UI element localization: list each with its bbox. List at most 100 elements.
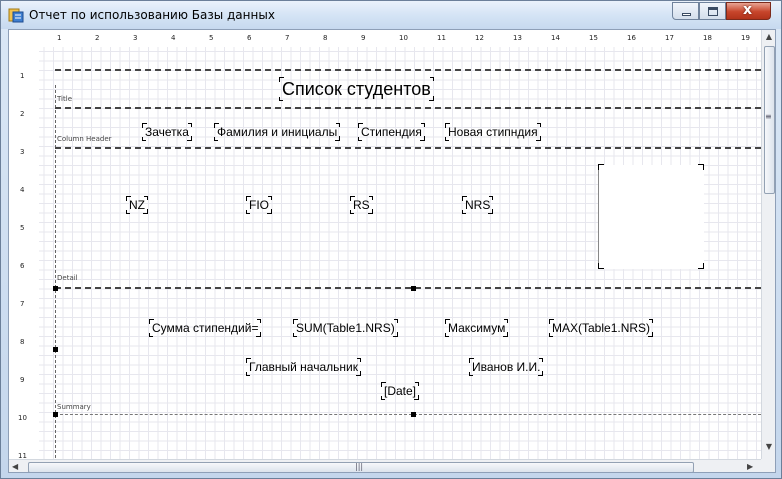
scroll-up-arrow-icon[interactable]: ▲ bbox=[762, 32, 775, 41]
resize-handle-left-mid[interactable] bbox=[53, 347, 58, 352]
detail-rs[interactable]: RS bbox=[350, 196, 373, 214]
report-title-label[interactable]: Список студентов bbox=[279, 77, 434, 101]
summary-chief-label-text: Главный начальник bbox=[249, 360, 358, 374]
ruler-top-number: 6 bbox=[247, 34, 252, 42]
band-label-title: Title bbox=[57, 95, 73, 103]
vertical-scrollbar[interactable]: ▲ ≡ ▼ bbox=[761, 30, 775, 459]
header-fio[interactable]: Фамилия и инициалы bbox=[214, 123, 341, 141]
summary-sum-expr[interactable]: SUM(Table1.NRS) bbox=[293, 319, 398, 337]
summary-band-separator[interactable] bbox=[55, 414, 761, 415]
close-icon: x bbox=[743, 2, 753, 18]
header-zachetka-text: Зачетка bbox=[145, 125, 189, 139]
band-label-column-header: Column Header bbox=[57, 135, 112, 143]
close-button[interactable]: x bbox=[726, 2, 771, 20]
summary-date-text: [Date] bbox=[384, 384, 417, 398]
header-fio-text: Фамилия и инициалы bbox=[217, 125, 338, 139]
ruler-top-number: 19 bbox=[741, 34, 750, 42]
ruler-left-number: 5 bbox=[20, 224, 25, 232]
ruler-top-number: 3 bbox=[133, 34, 138, 42]
report-designer-window: Отчет по использованию Базы данных x 123… bbox=[0, 0, 782, 479]
horizontal-ruler: 1 2 3 4 5 6 7 8 9 10 11 12 13 14 15 16 17 18 19 bbox=[9, 30, 761, 47]
detail-band-separator[interactable] bbox=[55, 287, 761, 289]
ruler-left-number: 6 bbox=[20, 262, 25, 270]
horizontal-scrollbar[interactable]: ◀ ||| ▶ bbox=[9, 459, 761, 472]
ruler-top-number: 14 bbox=[551, 34, 560, 42]
column-header-band-separator[interactable] bbox=[55, 147, 761, 149]
title-bar[interactable]: Отчет по использованию Базы данных x bbox=[1, 1, 781, 29]
detail-rs-text: RS bbox=[353, 198, 370, 212]
page-top-line bbox=[55, 69, 761, 71]
title-band-separator[interactable] bbox=[55, 107, 761, 109]
detail-nrs-text: NRS bbox=[465, 198, 491, 212]
minimize-icon bbox=[682, 13, 691, 16]
header-new-stipendia-text: Новая стипндия bbox=[448, 125, 538, 139]
ruler-top-number: 8 bbox=[323, 34, 328, 42]
summary-max-label-text: Максимум bbox=[448, 321, 506, 335]
resize-handle-left-bottom[interactable] bbox=[53, 412, 58, 417]
maximize-icon bbox=[708, 7, 718, 16]
grip-icon: ≡ bbox=[765, 112, 772, 121]
ruler-top-number: 16 bbox=[627, 34, 636, 42]
report-design-area: 1 2 3 4 5 6 7 8 9 10 11 12 13 14 15 16 17 18 19 Список сту… bbox=[8, 29, 776, 473]
ruler-top-number: 4 bbox=[171, 34, 176, 42]
ruler-left-number: 9 bbox=[20, 376, 25, 384]
ruler-left-number: 1 bbox=[20, 72, 25, 80]
summary-date[interactable]: [Date] bbox=[381, 382, 420, 400]
scrollbar-corner bbox=[761, 459, 775, 472]
window-title: Отчет по использованию Базы данных bbox=[29, 8, 275, 22]
header-zachetka[interactable]: Зачетка bbox=[142, 123, 192, 141]
ruler-top-number: 2 bbox=[95, 34, 100, 42]
detail-fio[interactable]: FIO bbox=[246, 196, 272, 214]
summary-sum-label[interactable]: Сумма стипендий= bbox=[149, 319, 262, 337]
scroll-down-arrow-icon[interactable]: ▼ bbox=[762, 442, 775, 451]
summary-max-expr[interactable]: MAX(Table1.NRS) bbox=[549, 319, 654, 337]
header-new-stipendia[interactable]: Новая стипндия bbox=[445, 123, 541, 141]
summary-sum-expr-text: SUM(Table1.NRS) bbox=[296, 321, 395, 335]
ruler-top-number: 1 bbox=[57, 34, 62, 42]
report-canvas[interactable]: Список студентов Title Зачетка Фамилия и… bbox=[9, 47, 761, 459]
summary-chief-label[interactable]: Главный начальник bbox=[246, 358, 361, 376]
detail-nrs[interactable]: NRS bbox=[462, 196, 494, 214]
ruler-top-number: 17 bbox=[665, 34, 674, 42]
resize-handle-left[interactable] bbox=[53, 286, 58, 291]
ruler-top-number: 10 bbox=[399, 34, 408, 42]
resize-handle-center-bottom[interactable] bbox=[411, 412, 416, 417]
ruler-top-number: 15 bbox=[589, 34, 598, 42]
summary-sum-label-text: Сумма стипендий= bbox=[152, 321, 259, 335]
ruler-left-number: 2 bbox=[20, 110, 25, 118]
ruler-left-number: 3 bbox=[20, 148, 25, 156]
ruler-top-number: 5 bbox=[209, 34, 214, 42]
band-label-detail: Detail bbox=[57, 274, 78, 282]
detail-nz[interactable]: NZ bbox=[126, 196, 148, 214]
maximize-button[interactable] bbox=[699, 2, 726, 20]
detail-fio-text: FIO bbox=[249, 198, 269, 212]
ruler-left-number: 7 bbox=[20, 300, 25, 308]
scroll-left-arrow-icon[interactable]: ◀ bbox=[12, 462, 18, 471]
detail-nz-text: NZ bbox=[129, 198, 145, 212]
ruler-left-number: 4 bbox=[20, 186, 25, 194]
ruler-top-number: 18 bbox=[703, 34, 712, 42]
summary-chief-name-text: Иванов И.И. bbox=[472, 360, 541, 374]
summary-max-expr-text: MAX(Table1.NRS) bbox=[552, 321, 651, 335]
ruler-left-number: 8 bbox=[20, 338, 25, 346]
ruler-top-number: 11 bbox=[437, 34, 446, 42]
left-margin-line bbox=[55, 85, 56, 458]
scroll-right-arrow-icon[interactable]: ▶ bbox=[747, 462, 753, 471]
summary-chief-name[interactable]: Иванов И.И. bbox=[469, 358, 544, 376]
ruler-left-number: 10 bbox=[18, 414, 27, 422]
minimize-button[interactable] bbox=[672, 2, 699, 20]
image-placeholder[interactable] bbox=[598, 164, 704, 269]
resize-handle-center[interactable] bbox=[411, 286, 416, 291]
summary-max-label[interactable]: Максимум bbox=[445, 319, 509, 337]
ruler-top-number: 12 bbox=[475, 34, 484, 42]
vertical-ruler: 1 2 3 4 5 6 7 8 9 10 11 bbox=[9, 47, 39, 460]
app-icon bbox=[8, 8, 24, 23]
header-stipendia-text: Стипендия bbox=[361, 125, 422, 139]
band-label-summary: Summary bbox=[57, 403, 91, 411]
ruler-top-number: 7 bbox=[285, 34, 290, 42]
ruler-top-number: 13 bbox=[513, 34, 522, 42]
grip-icon: ||| bbox=[355, 462, 364, 471]
header-stipendia[interactable]: Стипендия bbox=[358, 123, 425, 141]
report-title-text: Список студентов bbox=[282, 79, 431, 99]
ruler-top-number: 9 bbox=[361, 34, 366, 42]
